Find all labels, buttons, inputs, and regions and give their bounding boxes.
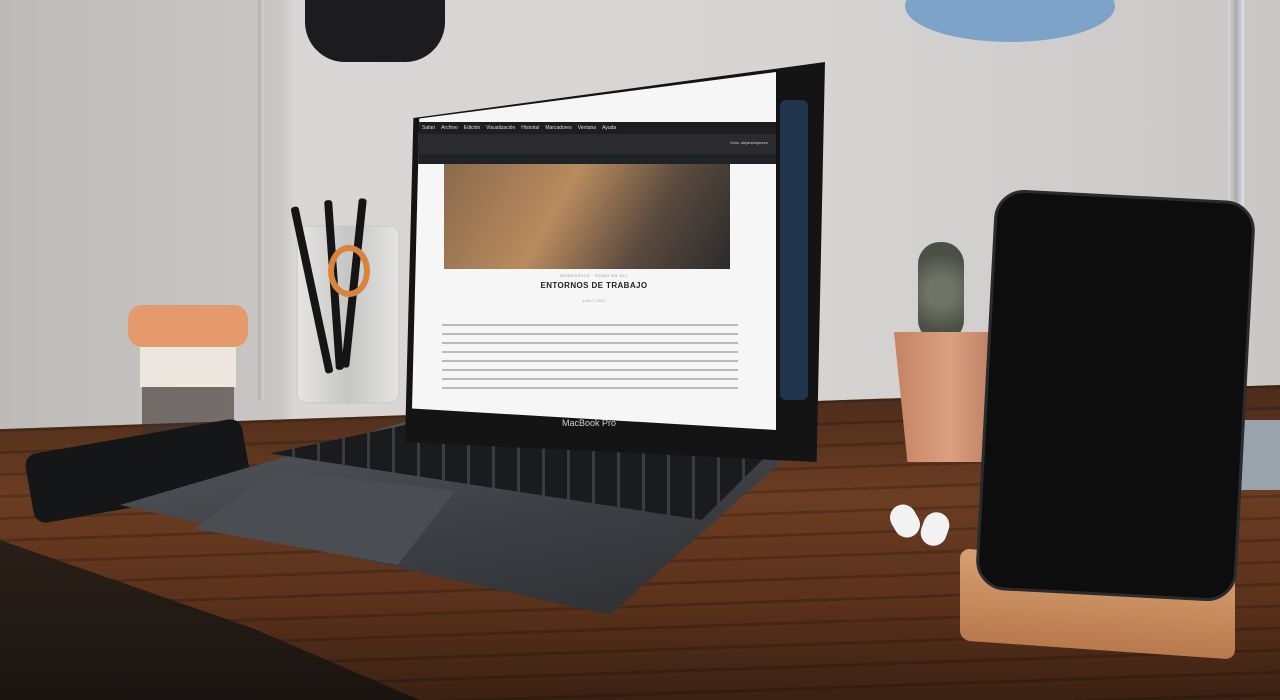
menubar-item: Visualización	[486, 125, 516, 131]
menubar-item: Safari	[422, 125, 436, 131]
menubar-item: Historial	[521, 125, 540, 131]
smartphone	[974, 188, 1257, 603]
cup-band	[140, 347, 236, 387]
greeting-text: Hola, alejandrojsurez	[730, 140, 768, 145]
menubar-item: Archivo	[441, 125, 458, 131]
scissors	[328, 245, 370, 297]
wall-hanger	[305, 0, 445, 62]
menubar-item: Edición	[463, 125, 481, 131]
laptop-screen: Safari Archivo Edición Visualización His…	[412, 72, 776, 430]
menubar-item: Marcadores	[545, 125, 572, 131]
cactus	[918, 242, 964, 342]
laptop-brand-label: MacBook Pro	[562, 418, 617, 428]
browser-toolbar: Hola, alejandrojsurez	[412, 134, 776, 154]
menubar-item: Ayuda	[602, 125, 617, 131]
cup-lid	[128, 305, 248, 347]
post-photo	[444, 164, 730, 269]
post-body-text	[442, 324, 738, 394]
reusable-cup	[128, 305, 248, 435]
post-date: junio 7, 2021	[582, 298, 606, 303]
admin-bar	[412, 154, 776, 164]
mac-dock	[780, 100, 808, 400]
wall-corner	[258, 0, 264, 400]
menubar-item: Ventana	[577, 125, 597, 131]
mac-menubar: Safari Archivo Edición Visualización His…	[412, 122, 776, 134]
post-title: ENTORNOS DE TRABAJO	[540, 281, 648, 290]
post-category: WORKSPACE · ROMO EN DIC	[560, 273, 628, 278]
